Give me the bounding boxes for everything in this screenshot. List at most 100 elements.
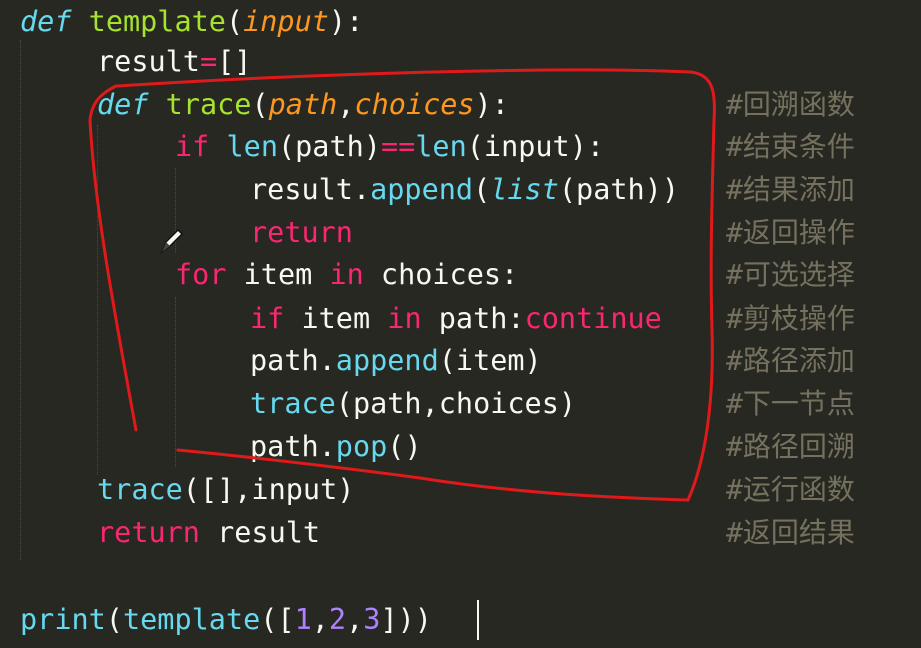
code-comment: #结束条件 — [726, 130, 855, 163]
code-token: ( — [473, 173, 491, 206]
code-token: item — [226, 258, 330, 291]
code-token: , — [337, 88, 355, 121]
code-comment: #路径回溯 — [726, 430, 855, 463]
code-token: , — [311, 603, 329, 636]
code-comment: #回溯函数 — [726, 88, 855, 121]
code-token: ): — [474, 88, 509, 121]
code-line[interactable]: def trace(path,choices): #回溯函数 — [0, 83, 921, 126]
code-token: for — [175, 258, 227, 291]
code-token: result — [97, 45, 200, 78]
code-token: trace — [97, 473, 183, 506]
code-text: result.append(list(path)) — [250, 168, 679, 211]
code-comment: #路径添加 — [726, 344, 855, 377]
code-token: append — [370, 173, 474, 206]
code-token: path. — [250, 430, 336, 463]
code-token: 3 — [363, 603, 381, 636]
code-text: if item in path:continue — [250, 297, 662, 340]
code-text: if len(path)==len(input): — [175, 125, 604, 168]
code-token: def — [97, 88, 149, 121]
code-text: return result — [97, 511, 320, 554]
code-text: trace(path,choices) — [250, 382, 576, 425]
code-text: path.pop() — [250, 425, 422, 468]
code-text: path.append(item) — [250, 339, 542, 382]
code-token: == — [380, 130, 416, 163]
code-token: if — [175, 130, 210, 163]
code-token: return — [97, 516, 200, 549]
code-token: result. — [250, 173, 371, 206]
code-token: len — [415, 130, 467, 163]
code-line[interactable]: for item in choices: #可选选择 — [0, 253, 921, 296]
code-token: (path)) — [558, 173, 679, 206]
code-token: pop — [335, 430, 388, 463]
code-editor[interactable]: def template(input): result=[] def trace(p… — [0, 0, 921, 648]
code-line[interactable]: result=[] — [0, 40, 921, 83]
code-line[interactable]: def template(input): — [0, 0, 921, 43]
code-token: print — [20, 603, 106, 636]
code-comment: #返回操作 — [726, 216, 855, 249]
code-line[interactable]: return #返回操作 — [0, 211, 921, 254]
pen-icon — [160, 228, 184, 255]
code-token: ([],input) — [182, 473, 355, 506]
code-token: list — [490, 173, 559, 206]
code-comment: #下一节点 — [726, 387, 855, 420]
code-token: ( — [105, 603, 123, 636]
code-text: trace([],input) — [97, 468, 354, 511]
code-token: path. — [250, 344, 336, 377]
code-token: path — [268, 88, 338, 121]
code-line[interactable]: return result #返回结果 — [0, 511, 921, 554]
code-token: return — [250, 216, 353, 249]
code-line[interactable]: trace([],input) #运行函数 — [0, 468, 921, 511]
code-token: len — [226, 130, 278, 163]
code-line[interactable]: trace(path,choices) #下一节点 — [0, 382, 921, 425]
code-text: def trace(path,choices): — [97, 83, 509, 126]
code-token: if — [250, 302, 285, 335]
code-token: item — [284, 302, 388, 335]
code-token: choices: — [363, 258, 519, 291]
code-token: ])) — [380, 603, 432, 636]
code-token: 1 — [294, 603, 312, 636]
code-token: ( — [251, 88, 269, 121]
code-text: return — [250, 211, 353, 254]
code-token: , — [346, 603, 364, 636]
code-token: continue — [524, 302, 662, 335]
code-token: trace — [165, 88, 252, 121]
code-token: (path) — [277, 130, 381, 163]
code-line[interactable]: if item in path:continue #剪枝操作 — [0, 297, 921, 340]
code-token: in — [387, 302, 422, 335]
code-token: = — [199, 45, 218, 78]
code-token: in — [329, 258, 364, 291]
code-text: result=[] — [97, 40, 251, 83]
code-token: template — [88, 5, 226, 38]
code-token: def — [20, 5, 72, 38]
code-comment: #剪枝操作 — [726, 302, 855, 335]
code-comment: #返回结果 — [726, 516, 855, 549]
code-text: for item in choices: — [175, 253, 518, 296]
code-line[interactable] — [0, 554, 921, 597]
code-token: choices — [354, 88, 475, 121]
code-text: print(template([1,2,3])) — [20, 598, 432, 641]
code-line[interactable]: path.pop() #路径回溯 — [0, 425, 921, 468]
code-line[interactable]: if len(path)==len(input): #结束条件 — [0, 125, 921, 168]
code-token: (input): — [466, 130, 605, 163]
code-token: () — [387, 430, 422, 463]
code-line[interactable]: path.append(item) #路径添加 — [0, 339, 921, 382]
code-token: ([ — [260, 603, 295, 636]
code-token: trace — [250, 387, 336, 420]
code-token: [] — [217, 45, 252, 78]
code-token: ): — [328, 5, 364, 38]
code-token: 2 — [328, 603, 347, 636]
code-token: template — [122, 603, 261, 636]
code-token: ( — [225, 5, 244, 38]
code-comment: #可选选择 — [726, 258, 855, 291]
code-token: (item) — [438, 344, 542, 377]
code-line[interactable]: result.append(list(path)) #结果添加 — [0, 168, 921, 211]
code-comment: #结果添加 — [726, 173, 855, 206]
code-token: (path,choices) — [335, 387, 577, 420]
code-token: input — [243, 5, 329, 38]
code-line[interactable]: print(template([1,2,3])) — [0, 598, 921, 641]
code-comment: #运行函数 — [726, 473, 855, 506]
code-token: result — [199, 516, 321, 549]
